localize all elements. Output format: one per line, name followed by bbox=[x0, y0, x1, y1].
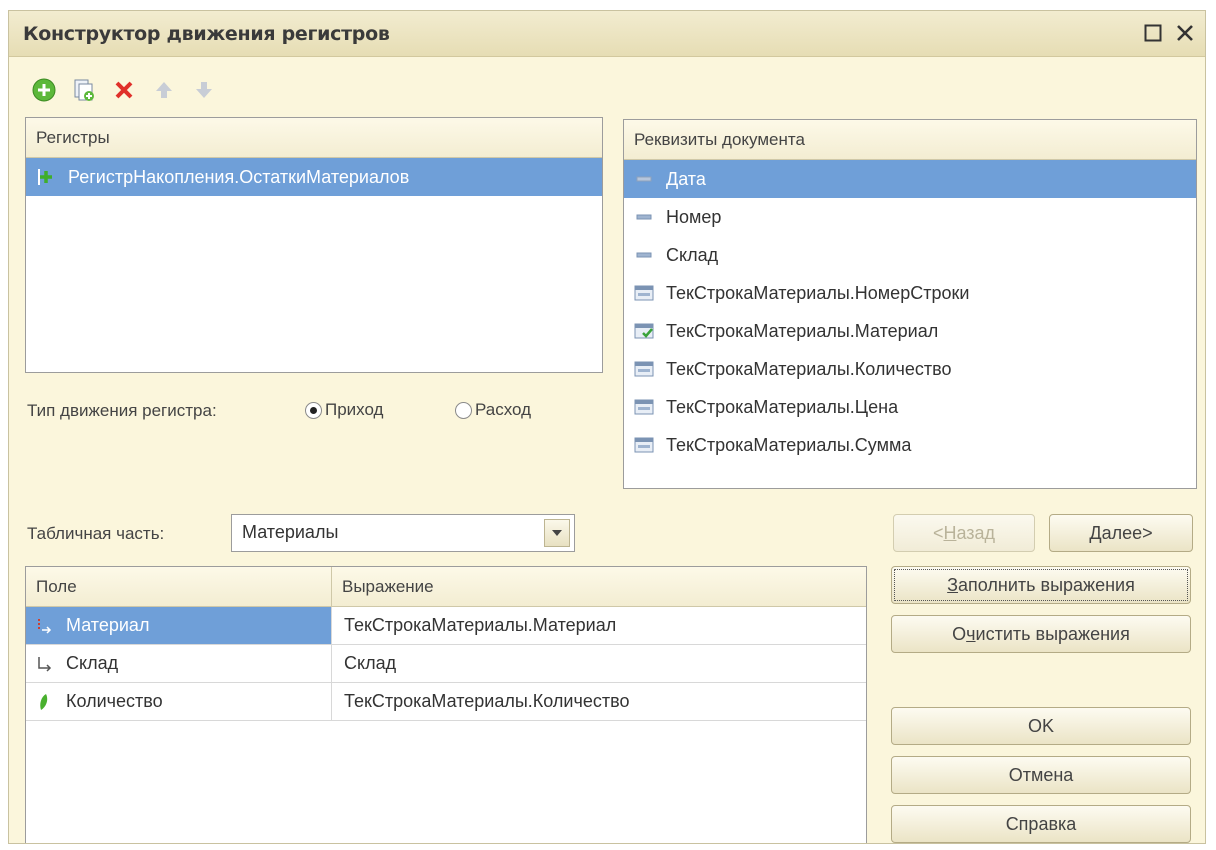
document-attributes-panel: Реквизиты документа Дата Номер Склад Тек… bbox=[623, 119, 1197, 489]
attribute-item[interactable]: ТекСтрокаМатериалы.Цена bbox=[624, 388, 1196, 426]
close-icon[interactable] bbox=[1171, 19, 1199, 47]
radio-income-indicator[interactable] bbox=[305, 401, 322, 419]
chevron-down-icon[interactable] bbox=[544, 519, 570, 547]
fields-table: Поле Выражение Материал ТекСтрокаМатериа… bbox=[25, 566, 867, 843]
table-row[interactable]: Материал ТекСтрокаМатериалы.Материал bbox=[26, 607, 866, 645]
attribute-item-label: Дата bbox=[666, 169, 706, 189]
cancel-button[interactable]: Отмена bbox=[891, 756, 1191, 794]
add-icon[interactable] bbox=[31, 77, 57, 103]
attribute-item-label: ТекСтрокаМатериалы.Сумма bbox=[666, 435, 912, 455]
table-row[interactable]: Количество ТекСтрокаМатериалы.Количество bbox=[26, 683, 866, 721]
register-item[interactable]: РегистрНакопления.ОстаткиМатериалов bbox=[26, 158, 602, 196]
back-button[interactable]: < Назад bbox=[893, 514, 1035, 552]
field-name: Количество bbox=[66, 691, 163, 711]
expression-cell[interactable]: Склад bbox=[332, 645, 866, 682]
attribute-item-label: ТекСтрокаМатериалы.Количество bbox=[666, 359, 952, 379]
attribute-item[interactable]: ТекСтрокаМатериалы.Количество bbox=[624, 350, 1196, 388]
registers-panel: Регистры РегистрНакопления.ОстаткиМатери… bbox=[25, 117, 603, 373]
attribute-icon bbox=[634, 247, 654, 263]
radio-expense-indicator[interactable] bbox=[455, 401, 472, 419]
radio-expense-label: Расход bbox=[475, 400, 532, 419]
tabular-part-label: Табличная часть: bbox=[27, 524, 165, 543]
window-title: Конструктор движения регистров bbox=[23, 23, 390, 45]
attribute-item-label: ТекСтрокаМатериалы.НомерСтроки bbox=[666, 283, 970, 303]
title-bar: Конструктор движения регистров bbox=[9, 11, 1205, 57]
register-movements-dialog: Конструктор движения регистров Регистры bbox=[8, 10, 1206, 844]
dimension-icon bbox=[34, 656, 54, 672]
table-attribute-icon bbox=[634, 361, 654, 377]
table-attribute-icon bbox=[634, 285, 654, 301]
table-attribute-icon bbox=[634, 399, 654, 415]
delete-icon[interactable] bbox=[111, 77, 137, 103]
help-button[interactable]: Справка bbox=[891, 805, 1191, 843]
tabular-part-select[interactable]: Материалы bbox=[231, 514, 575, 552]
radio-income[interactable]: Приход bbox=[305, 400, 383, 420]
table-attribute-icon bbox=[634, 437, 654, 453]
field-name: Склад bbox=[66, 653, 119, 673]
fill-expressions-button[interactable]: Заполнить выражения bbox=[891, 566, 1191, 604]
registers-header: Регистры bbox=[26, 118, 602, 158]
clear-expressions-button[interactable]: Оч истить выражения bbox=[891, 615, 1191, 653]
radio-expense[interactable]: Расход bbox=[455, 400, 531, 420]
attribute-item[interactable]: Номер bbox=[624, 198, 1196, 236]
next-button[interactable]: Далее> bbox=[1049, 514, 1193, 552]
table-header: Поле Выражение bbox=[26, 567, 866, 607]
ok-button[interactable]: OK bbox=[891, 707, 1191, 745]
expression-cell[interactable]: ТекСтрокаМатериалы.Материал bbox=[332, 607, 866, 644]
movement-type-label: Тип движения регистра: bbox=[27, 401, 217, 420]
document-attributes-header: Реквизиты документа bbox=[624, 120, 1196, 160]
attribute-item-label: ТекСтрокаМатериалы.Цена bbox=[666, 397, 899, 417]
attribute-item-label: ТекСтрокаМатериалы.Материал bbox=[666, 321, 939, 341]
accumulation-register-icon bbox=[36, 169, 56, 185]
radio-income-label: Приход bbox=[325, 400, 384, 419]
attribute-icon bbox=[634, 171, 654, 187]
copy-icon[interactable] bbox=[71, 77, 97, 103]
resource-icon bbox=[34, 693, 54, 710]
register-item-label: РегистрНакопления.ОстаткиМатериалов bbox=[68, 167, 410, 187]
expression-cell[interactable]: ТекСтрокаМатериалы.Количество bbox=[332, 683, 866, 720]
attribute-item-label: Склад bbox=[666, 245, 719, 265]
attribute-item[interactable]: Дата bbox=[624, 160, 1196, 198]
attribute-item[interactable]: Склад bbox=[624, 236, 1196, 274]
maximize-icon[interactable] bbox=[1139, 19, 1167, 47]
toolbar bbox=[31, 75, 217, 105]
table-attribute-check-icon bbox=[634, 323, 654, 339]
column-header-field: Поле bbox=[26, 567, 332, 606]
attribute-item-label: Номер bbox=[666, 207, 722, 227]
move-up-icon[interactable] bbox=[151, 77, 177, 103]
column-header-expression: Выражение bbox=[342, 577, 434, 596]
tabular-part-value: Материалы bbox=[242, 522, 339, 542]
table-row[interactable]: Склад Склад bbox=[26, 645, 866, 683]
attribute-item[interactable]: ТекСтрокаМатериалы.Материал bbox=[624, 312, 1196, 350]
dimension-icon bbox=[34, 618, 54, 634]
attribute-item[interactable]: ТекСтрокаМатериалы.Сумма bbox=[624, 426, 1196, 464]
attribute-icon bbox=[634, 209, 654, 225]
attribute-item[interactable]: ТекСтрокаМатериалы.НомерСтроки bbox=[624, 274, 1196, 312]
field-name: Материал bbox=[66, 615, 150, 635]
move-down-icon[interactable] bbox=[191, 77, 217, 103]
